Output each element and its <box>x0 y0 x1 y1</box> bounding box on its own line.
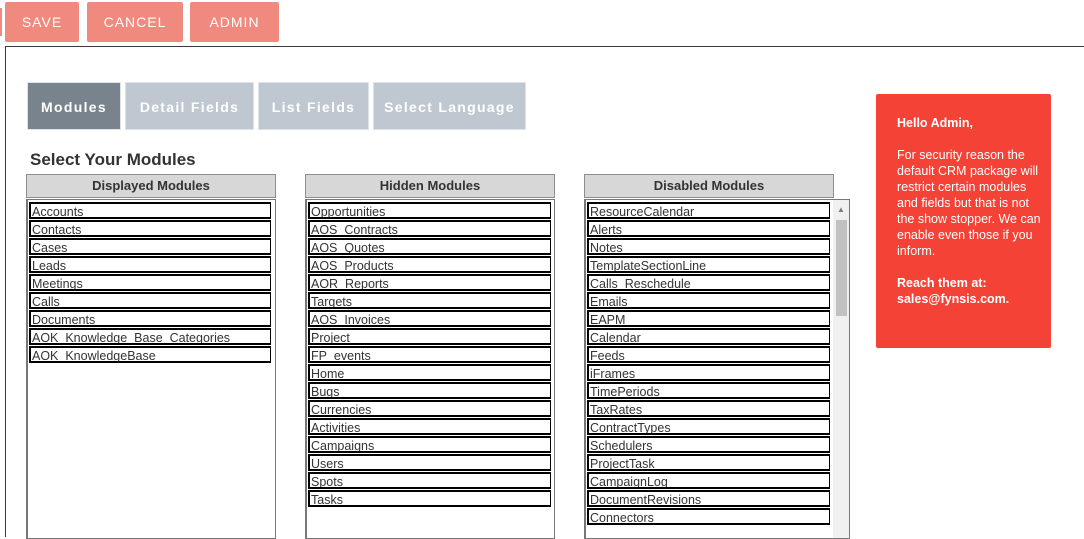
list-item[interactable]: Calendar <box>587 328 830 345</box>
list-item[interactable]: Meetings <box>29 274 271 291</box>
list-item[interactable]: Alerts <box>587 220 830 237</box>
hidden-modules-list[interactable]: Opportunities AOS_Contracts AOS_Quotes AOS_… <box>305 199 555 539</box>
list-item[interactable]: CampaignLog <box>587 472 830 489</box>
list-item[interactable]: TaxRates <box>587 400 830 417</box>
tab-list-fields[interactable]: List Fields <box>258 82 369 130</box>
save-button[interactable]: SAVE <box>5 2 79 42</box>
info-greeting: Hello Admin, <box>897 116 973 130</box>
list-item[interactable]: ProjectTask <box>587 454 830 471</box>
list-item[interactable]: Calls <box>29 292 271 309</box>
list-item[interactable]: AOK_Knowledge_Base_Categories <box>29 328 271 345</box>
list-item[interactable]: TimePeriods <box>587 382 830 399</box>
list-item[interactable]: Opportunities <box>308 202 551 219</box>
info-reach-label: Reach them at: <box>897 276 987 290</box>
list-item[interactable]: AOS_Invoices <box>308 310 551 327</box>
list-item[interactable]: Spots <box>308 472 551 489</box>
list-item[interactable]: Leads <box>29 256 271 273</box>
list-item[interactable]: Bugs <box>308 382 551 399</box>
cancel-button[interactable]: CANCEL <box>87 2 183 42</box>
list-item[interactable]: Users <box>308 454 551 471</box>
list-item[interactable]: Notes <box>587 238 830 255</box>
top-toolbar: SAVE CANCEL ADMIN <box>0 0 1084 46</box>
list-item[interactable]: ContractTypes <box>587 418 830 435</box>
list-item[interactable]: Home <box>308 364 551 381</box>
list-item[interactable]: Contacts <box>29 220 271 237</box>
tab-select-language[interactable]: Select Language <box>373 82 526 130</box>
list-item[interactable]: iFrames <box>587 364 830 381</box>
disabled-modules-list[interactable]: ▲ ResourceCalendar Alerts Notes TemplateSec… <box>584 199 850 539</box>
list-item[interactable]: Documents <box>29 310 271 327</box>
list-item[interactable]: TemplateSectionLine <box>587 256 830 273</box>
list-item[interactable]: Currencies <box>308 400 551 417</box>
list-item[interactable]: Calls_Reschedule <box>587 274 830 291</box>
admin-button[interactable]: ADMIN <box>190 2 279 42</box>
list-item[interactable]: Connectors <box>587 508 830 525</box>
list-item[interactable]: AOK_KnowledgeBase <box>29 346 271 363</box>
disabled-modules-header: Disabled Modules <box>584 174 834 198</box>
info-email: sales@fynsis.com. <box>897 292 1010 306</box>
displayed-modules-list[interactable]: Accounts Contacts Cases Leads Meetings Calls D… <box>26 199 276 539</box>
list-item[interactable]: Cases <box>29 238 271 255</box>
toolbar-edge-mark <box>0 8 2 36</box>
scroll-thumb[interactable] <box>836 220 847 316</box>
info-message: For security reason the default CRM pack… <box>897 148 1041 258</box>
list-item[interactable]: Schedulers <box>587 436 830 453</box>
list-item[interactable]: Tasks <box>308 490 551 507</box>
list-item[interactable]: Accounts <box>29 202 271 219</box>
scroll-up-icon[interactable]: ▲ <box>833 202 849 218</box>
list-item[interactable]: AOS_Quotes <box>308 238 551 255</box>
disabled-list-scrollbar[interactable]: ▲ <box>833 200 849 538</box>
list-item[interactable]: Feeds <box>587 346 830 363</box>
list-item[interactable]: ResourceCalendar <box>587 202 830 219</box>
list-item[interactable]: AOS_Products <box>308 256 551 273</box>
hidden-modules-header: Hidden Modules <box>305 174 555 198</box>
tab-detail-fields[interactable]: Detail Fields <box>125 82 254 130</box>
list-item[interactable]: Targets <box>308 292 551 309</box>
list-item[interactable]: AOS_Contracts <box>308 220 551 237</box>
list-item[interactable]: Campaigns <box>308 436 551 453</box>
list-item[interactable]: AOR_Reports <box>308 274 551 291</box>
list-item[interactable]: Emails <box>587 292 830 309</box>
list-item[interactable]: EAPM <box>587 310 830 327</box>
list-item[interactable]: DocumentRevisions <box>587 490 830 507</box>
list-item[interactable]: FP_events <box>308 346 551 363</box>
list-item[interactable]: Activities <box>308 418 551 435</box>
section-title: Select Your Modules <box>30 150 196 169</box>
displayed-modules-header: Displayed Modules <box>26 174 276 198</box>
info-box: Hello Admin, For security reason the def… <box>876 94 1051 348</box>
list-item[interactable]: Project <box>308 328 551 345</box>
tab-modules[interactable]: Modules <box>27 82 121 130</box>
